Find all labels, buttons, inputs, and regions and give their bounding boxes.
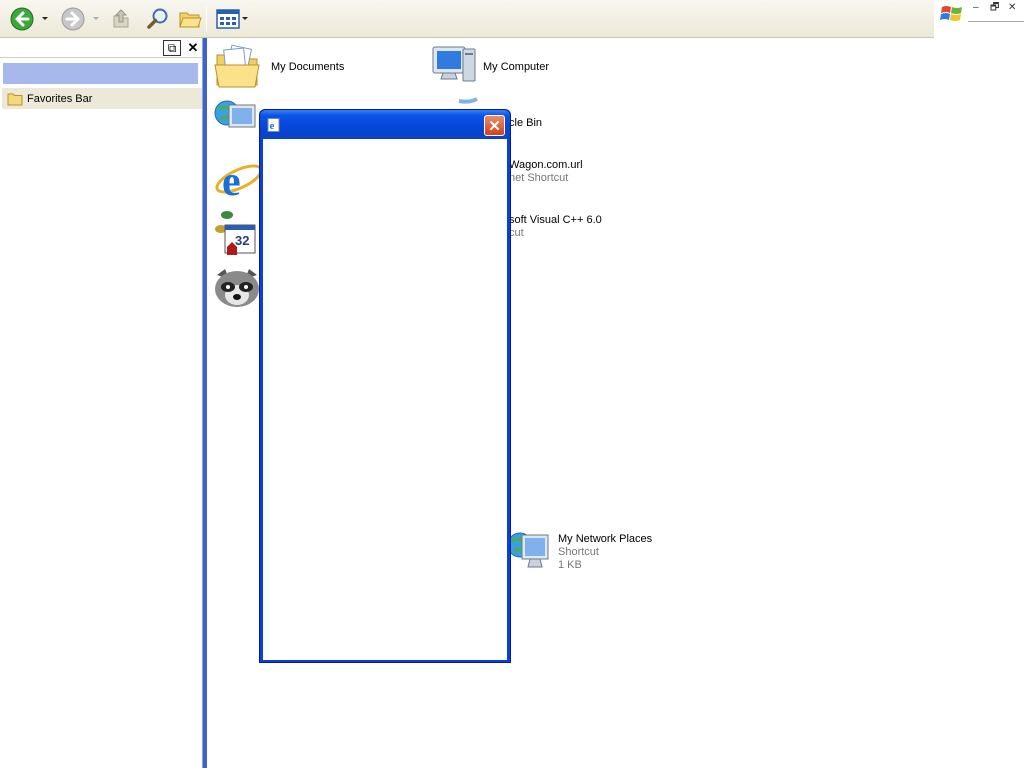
- back-button[interactable]: [8, 7, 36, 31]
- file-name: My Computer: [483, 61, 550, 73]
- forward-dropdown-icon[interactable]: [93, 17, 99, 20]
- setup-program-icon: 32: [215, 211, 256, 255]
- folder-icon: [7, 93, 23, 105]
- raccoon-icon: [215, 269, 259, 307]
- folders-button[interactable]: [176, 7, 204, 31]
- toolbar: [0, 0, 934, 38]
- views-icon: [216, 9, 240, 29]
- file-item-my-network-places[interactable]: My Network Places Shortcut 1 KB: [506, 527, 652, 577]
- views-dropdown-icon[interactable]: [242, 17, 248, 20]
- svg-text:e: e: [270, 120, 275, 132]
- file-item-network-computer[interactable]: [213, 97, 263, 147]
- file-name: My Documents: [271, 61, 345, 73]
- sidebar-header: ⧉ ✕: [0, 38, 204, 58]
- my-computer-icon: [432, 46, 476, 82]
- close-window-button[interactable]: ✕: [1008, 2, 1016, 14]
- file-type: net Shortcut: [509, 172, 569, 184]
- folders-icon: [179, 12, 202, 28]
- file-name: cle Bin: [509, 117, 543, 129]
- up-button[interactable]: [108, 7, 134, 31]
- popup-window[interactable]: e ✕: [259, 109, 511, 663]
- file-size: 1 KB: [558, 559, 582, 571]
- popup-title-bar[interactable]: e ✕: [260, 110, 510, 139]
- popup-close-button[interactable]: ✕: [484, 115, 505, 136]
- my-documents-icon: [214, 44, 260, 88]
- search-button[interactable]: [144, 7, 172, 31]
- pin-sidebar-button[interactable]: ⧉: [163, 40, 181, 56]
- toolbar-separator: [206, 6, 207, 32]
- ie-document-icon: e: [267, 118, 280, 132]
- file-type: cut: [509, 227, 524, 239]
- sidebar-item-favorites-bar[interactable]: Favorites Bar: [2, 88, 202, 110]
- address-edge: [968, 21, 1024, 23]
- up-folder-icon: [113, 9, 129, 28]
- popup-content: [263, 139, 507, 660]
- minimize-button[interactable]: –: [973, 2, 979, 14]
- file-item-raccoon[interactable]: [213, 265, 263, 315]
- sidebar-item-label: Favorites Bar: [27, 92, 93, 105]
- svg-text:32: 32: [235, 233, 249, 248]
- file-name: Wagon.com.url: [509, 159, 583, 171]
- back-dropdown-icon[interactable]: [42, 17, 48, 20]
- internet-explorer-icon: e: [215, 159, 263, 203]
- restore-button[interactable]: 🗗: [990, 2, 999, 14]
- file-name: My Network Places: [558, 533, 653, 545]
- search-icon: [147, 8, 168, 29]
- forward-icon: [61, 7, 85, 31]
- back-icon: [10, 7, 34, 31]
- close-icon: ✕: [488, 117, 501, 135]
- close-sidebar-button[interactable]: ✕: [184, 40, 202, 56]
- views-button[interactable]: [214, 7, 242, 31]
- file-name: soft Visual C++ 6.0: [509, 214, 602, 226]
- file-item-setup-32[interactable]: 32: [213, 209, 263, 259]
- file-type: Shortcut: [558, 546, 599, 558]
- windows-logo-icon: [940, 6, 962, 21]
- network-computer-icon: [214, 100, 256, 128]
- sidebar-selected-item[interactable]: [3, 63, 198, 84]
- forward-button[interactable]: [59, 7, 87, 31]
- my-network-places-icon: [507, 532, 549, 568]
- svg-text:e: e: [222, 159, 241, 203]
- sidebar-pane: ⧉ ✕ Favorites Bar: [0, 38, 204, 768]
- file-item-my-documents[interactable]: My Documents: [213, 41, 344, 91]
- file-item-internet-explorer[interactable]: e: [213, 153, 263, 203]
- file-item-my-computer[interactable]: My Computer: [429, 41, 549, 91]
